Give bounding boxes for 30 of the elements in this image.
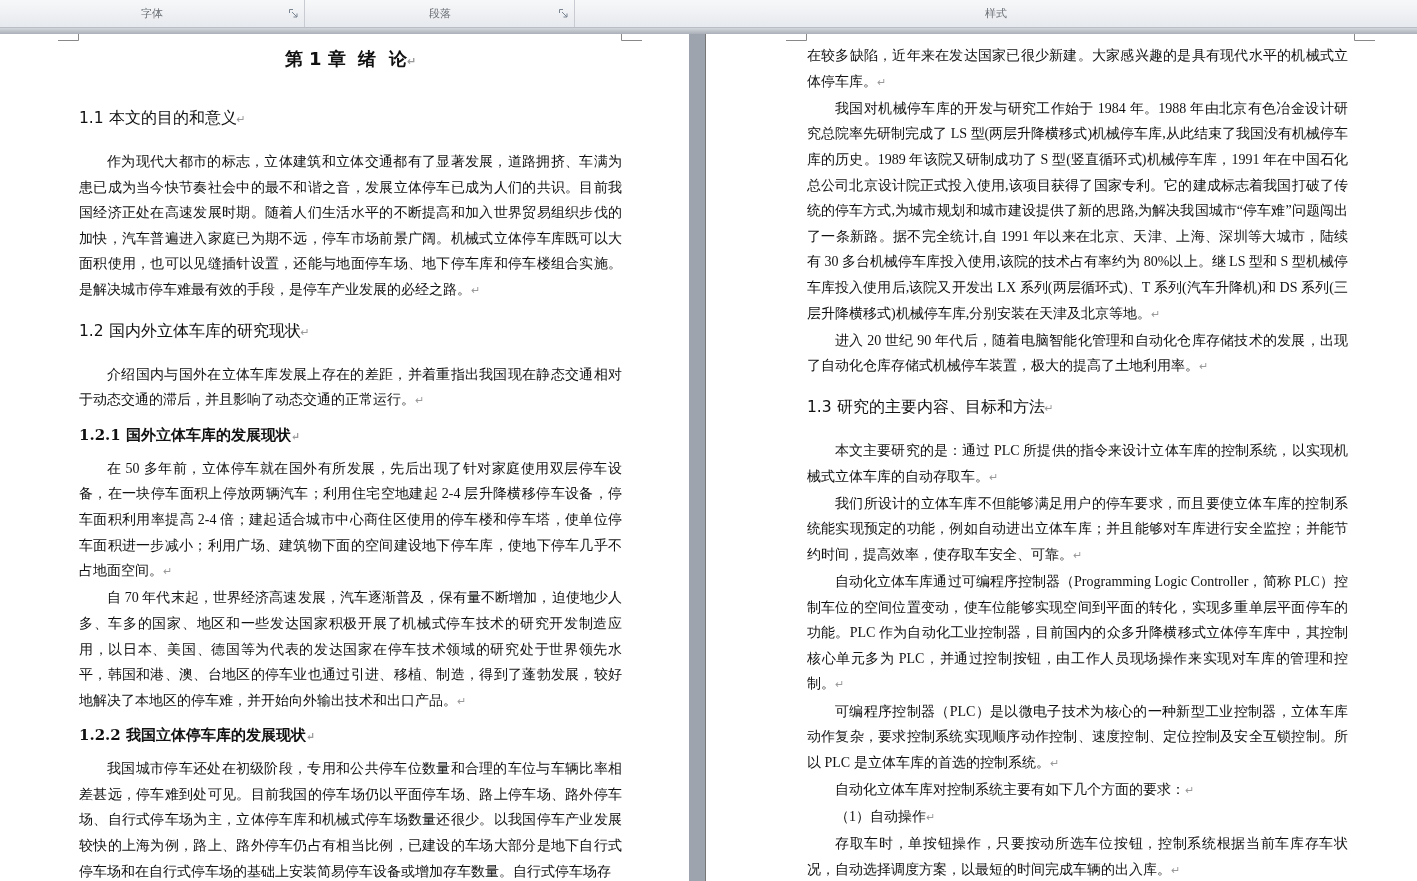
subsection-heading: 1.2.1 国外立体车库的发展现状↵ (79, 424, 302, 446)
section-heading: 1.3 研究的主要内容、目标和方法↵ (807, 396, 1055, 418)
body-paragraph: （1）自动操作↵ (834, 808, 936, 827)
body-paragraph: 自动化立体车库对控制系统主要有如下几个方面的要求：↵ (834, 781, 1195, 799)
body-paragraph: 可编程序控制器（PLC）是以微电子技术为核心的一种新型工业控制器，立体车库动作复杂，要求控制系统实现顺序动作控制、速度控制、定位控制及安全互锁控制。所以 PLC 是立体车库的首选的控制系统。↵ (807, 702, 1348, 772)
body-paragraph: 我国对机械停车库的开发与研究工作始于 1984 年。1988 年由北京有色冶金设计研究总院率先研制完成了 LS 型(两层升降横移式)机械停车库,从此结束了我国没有机械停车库的历史。1989 年该院又研制成功了 S 型(竖直循环式)机械停车库，1991 年在中国石化总公司北京设计院正式投入使用,该项目获得了国家专利。它的建成标志着我国打破了传统的停车方式,为城市规划和城市建设提供了新的思路,为解决我国城市“停车难”问题闯出了一条新路。据不完全统计,自 1991 年以来在北京、天津、上海、深圳等大城市，陆续有 30 多台机械停车库投入使用,该院的技术占有率约为 80%以上。继 LS 型和 S 型机械停车库投入使用后,该院又开发出 LX 系列(两层循环式)、T 系列(汽车升降机)和 DS 系列(三层升降横移式)机械停车库,分别安装在天津及北京等地。↵ (807, 99, 1348, 323)
body-paragraph: 介绍国内与国外在立体车库发展上存在的差距，并着重指出我国现在静态交通相对于动态交通的滞后，并且影响了动态交通的正常运行。↵ (79, 365, 622, 410)
body-paragraph: 自动化立体车库通过可编程序控制器（Programming Logic Controller，简称 PLC）控制车位的空间位置变动，使车位能够实现空间到平面的转化，实现多重单层平面停车的功能。PLC 作为自动化工业控制器，目前国内的众多升降横移式立体停车库中，其控制核心单元多为 PLC，并通过控制按钮，由工作人员现场操作来实现对车库的管理和控制。↵ (807, 573, 1348, 694)
dialog-launcher-icon[interactable] (289, 9, 298, 18)
ribbon-group-label: 字体 (141, 6, 163, 21)
ribbon-group-label: 段落 (428, 6, 451, 21)
dialog-launcher-icon[interactable] (559, 9, 568, 18)
body-paragraph: 本文主要研究的是：通过 PLC 所提供的指令来设计立体车库的控制系统，以实现机械式立体车库的自动存取车。↵ (807, 441, 1348, 486)
section-heading: 1.2 国内外立体车库的研究现状↵ (79, 320, 311, 342)
body-paragraph: 我们所设计的立体车库不但能够满足用户的停车要求，而且要使立体车库的控制系统能实现预定的功能，例如自动进出立体车库；并且能够对车库进行安全监控；并能节约时间，提高效率，使存取车安全、可靠。↵ (807, 494, 1348, 564)
body-paragraph: 作为现代大都市的标志，立体建筑和立体交通都有了显著发展，道路拥挤、车满为患已成为当今快节奏社会中的最不和谐之音，发展立体停车已成为人们的共识。目前我国经济正处在高速发展时期。随着人们生活水平的不断提高和加入世界贸易组织步伐的加快，汽车普遍进入家庭已为期不远，停车市场前景广阔。机械式立体停车库既可以大面积使用，也可以见缝插针设置，还能与地面停车场、地下停车库和停车楼组合实施。是解决城市停车难最有效的手段，是停车产业发展的必经之路。↵ (79, 153, 622, 299)
margin-corner-mark (58, 34, 79, 41)
body-paragraph: 进入 20 世纪 90 年代后，随着电脑智能化管理和自动化仓库存储技术的发展，出现了自动化仓库存储式机械停车装置，极大的提高了土地利用率。↵ (807, 331, 1348, 376)
margin-corner-mark (621, 34, 642, 41)
section-heading: 1.1 本文的目的和意义↵ (79, 108, 247, 129)
margin-corner-mark (786, 34, 807, 41)
ribbon-group-label: 样式 (985, 6, 1007, 21)
body-paragraph: 存取车时，单按钮操作，只要按动所选车位按钮，控制系统根据当前车库存车状况，自动选择调度方案，以最短的时间完成车辆的出入库。↵ (807, 835, 1348, 879)
body-paragraph: 我国城市停车还处在初级阶段，专用和公共停车位数量和合理的车位与车辆比率相差甚远，停车难到处可见。目前我国的停车场仍以平面停车场、路上停车场、路外停车场、自行式停车场为主，立体停车库和机械式停车场数量还很少。以我国停车产业发展较快的上海为例，路上、路外停车仍占有相当比例，已建设的车场大部分是地下自行式停车场和在自行式停车场的基础上安装简易停车设备或增加存车数量。自行式停车场存 (79, 760, 622, 881)
body-paragraph: 在 50 多年前，立体停车就在国外有所发展，先后出现了针对家庭使用双层停车设备，在一块停车面积上停放两辆汽车；利用住宅空地建起 2-4 层升降横移停车设备，停车面积利用率提高 2-4 倍；建起适合城市中心商住区使用的停车楼和停车塔，使单位停车面积进一步减小；利用广场、建筑物下面的空间建设地下停车库，使地下停车几乎不占地面空间。↵ (79, 459, 622, 581)
chapter-title: 第 1 章 绪 论↵ (283, 47, 418, 71)
margin-corner-mark (1354, 34, 1375, 41)
body-paragraph: 自 70 年代末起，世界经济高速发展，汽车逐渐普及，保有量不断增加，迫使地少人多、车多的国家、地区和一些发达国家积极开展了机械式停车技术的研究开发制造应用，以日本、美国、德国等为代表的发达国家在停车技术领域的研究处于世界领先水平，韩国和港、澳、台地区的停车业也通过引进、移植、制造，得到了蓬勃发展，较好地解决了本地区的停车难，并开始向外输出技术和出口产品。↵ (79, 589, 622, 710)
subsection-heading: 1.2.2 我国立体停车库的发展现状↵ (79, 725, 317, 747)
body-paragraph: 在较多缺陷，近年来在发达国家已很少新建。大家感兴趣的是具有现代水平的机械式立体停车库。↵ (807, 47, 1348, 91)
